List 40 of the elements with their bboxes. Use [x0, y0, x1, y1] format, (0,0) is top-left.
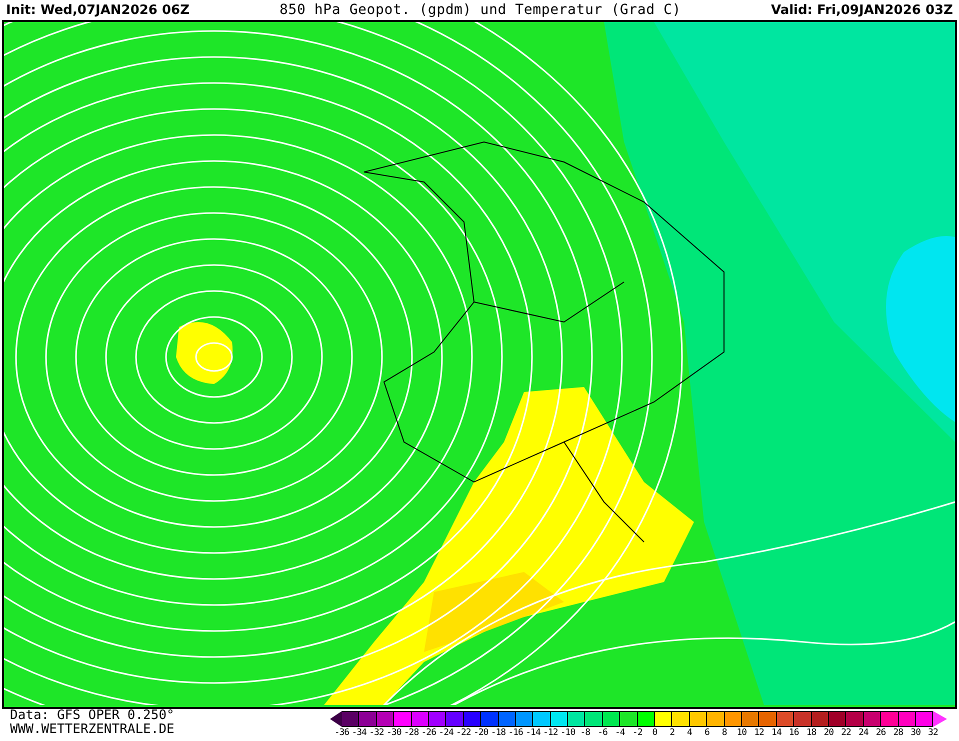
legend-label: -6	[596, 727, 608, 739]
legend-label: 26	[874, 727, 887, 739]
legend-label: -22	[455, 727, 472, 739]
legend-label: 32	[927, 727, 939, 739]
legend-label: -30	[385, 727, 402, 739]
legend-label: -14	[524, 727, 542, 739]
legend-label: -24	[438, 727, 454, 739]
legend-label: 24	[857, 727, 870, 739]
init-time: Init: Wed,07JAN2026 06Z	[6, 2, 190, 18]
legend-label: 2	[668, 727, 676, 739]
legend-label: 16	[788, 727, 800, 739]
legend-label: -20	[472, 727, 490, 739]
legend-label: 18	[805, 727, 818, 739]
legend-label: -28	[402, 727, 420, 739]
legend-label: 22	[840, 727, 852, 739]
legend-label: -8	[579, 727, 592, 739]
legend-label: 0	[651, 727, 658, 739]
legend-label: -4	[614, 727, 626, 739]
legend-label: 20	[822, 727, 835, 739]
website-address: WWW.WETTERZENTRALE.DE	[10, 723, 176, 737]
legend-label: -10	[559, 727, 576, 739]
legend-label: 28	[892, 727, 904, 739]
legend-label: -18	[490, 727, 507, 739]
legend-label: 8	[720, 727, 728, 739]
legend-label: -16	[507, 727, 524, 739]
legend-label: -34	[350, 727, 368, 739]
legend-label: -2	[631, 727, 644, 739]
map-title: 850 hPa Geopot. (gpdm) und Temperatur (Grad C)	[279, 2, 682, 18]
data-source: Data: GFS OPER 0.250°	[10, 709, 176, 723]
legend-label: 12	[753, 727, 765, 739]
legend-label: -12	[542, 727, 559, 739]
legend-label: 10	[736, 727, 748, 739]
legend-label: 30	[910, 727, 922, 739]
valid-time: Valid: Fri,09JAN2026 03Z	[770, 2, 953, 18]
legend-label: 14	[770, 727, 782, 739]
legend-label: 4	[686, 727, 693, 739]
legend-label: -32	[368, 727, 385, 739]
legend-label: -26	[420, 727, 438, 739]
legend-label: -36	[333, 727, 350, 739]
legend-label: 6	[703, 727, 710, 739]
